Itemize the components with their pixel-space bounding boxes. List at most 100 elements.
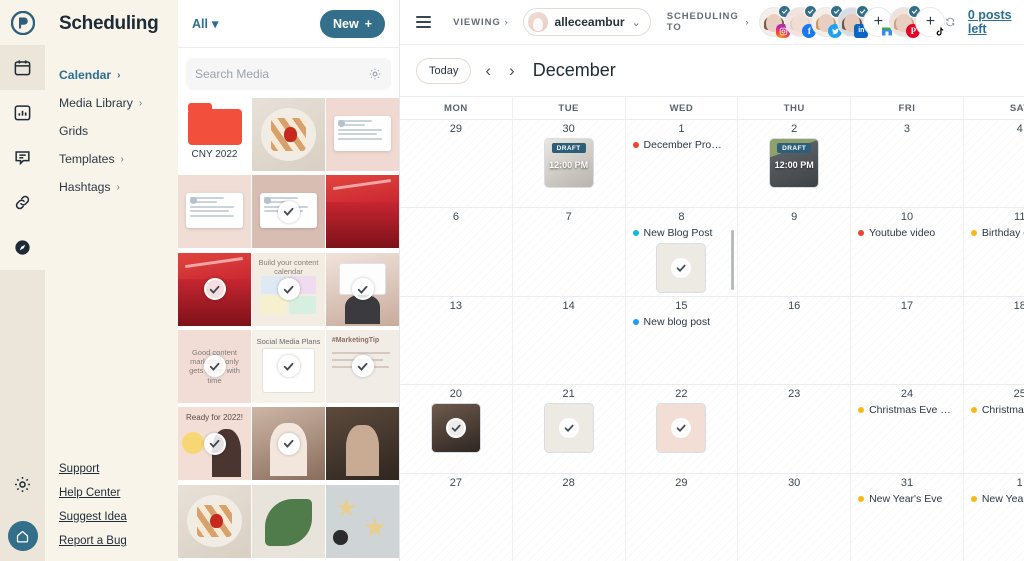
calendar-day-cell[interactable]: 4 [963,120,1024,208]
prev-month-button[interactable]: ‹ [481,61,495,81]
new-button[interactable]: New + [319,9,385,38]
gear-icon[interactable] [368,67,382,81]
posts-left-link[interactable]: 0 posts left [968,8,1017,36]
calendar-day-cell[interactable]: 6 [400,208,513,296]
post-selected-check-icon[interactable] [558,418,579,439]
today-button[interactable]: Today [416,57,472,84]
calendar-day-cell[interactable]: 1 New Year's Day … [963,473,1024,561]
calendar-day-cell[interactable]: 2 DRAFT 12:00 PM [738,120,852,208]
media-tile-check[interactable] [203,278,226,301]
media-tile-check[interactable] [277,278,300,301]
media-tile[interactable]: #MarketingTip [326,329,399,403]
scheduled-post-thumbnail[interactable] [656,243,707,294]
link-support[interactable]: Support [59,463,127,475]
calendar-day-cell[interactable]: 8 New Blog Post [625,208,739,296]
calendar-event[interactable]: New Blog Post [626,226,738,241]
sidebar-item-hashtags[interactable]: Hashtags › [45,173,178,201]
calendar-day-cell[interactable]: 7 [512,208,626,296]
calendar-day-cell[interactable]: 16 [738,296,852,385]
media-tile-check[interactable] [277,432,300,455]
link-suggest-idea[interactable]: Suggest Idea [59,511,127,523]
search-media-input[interactable] [195,67,368,81]
rail-item-analytics[interactable] [0,90,45,135]
channel-tiktok-add[interactable]: + [915,7,947,38]
calendar-day-cell[interactable]: 20 [400,385,513,473]
rail-item-home[interactable] [7,521,38,551]
viewing-selector[interactable]: VIEWING › [453,17,508,28]
calendar-day-cell[interactable]: 15 New blog post [625,296,739,385]
media-tile[interactable] [178,484,251,558]
media-tile[interactable]: Good content marketing only gets better … [178,329,251,403]
media-tile-check[interactable] [203,355,226,378]
calendar-day-cell[interactable]: 3 [851,120,964,208]
calendar-day-cell[interactable]: 17 [851,296,964,385]
scheduled-post-thumbnail[interactable]: DRAFT 12:00 PM [769,138,820,188]
media-tile[interactable] [252,407,325,481]
rail-item-link-in-bio[interactable] [0,180,45,225]
calendar-event[interactable]: December Pro… [626,138,738,153]
post-selected-check-icon[interactable] [671,258,692,279]
calendar-day-cell[interactable]: 30 [738,473,852,561]
calendar-day-cell[interactable]: 22 [625,385,739,473]
calendar-day-cell[interactable]: 29 [625,473,739,561]
media-tile-check[interactable] [203,432,226,455]
media-tile[interactable] [326,407,399,481]
calendar-day-cell[interactable]: 27 [400,473,513,561]
calendar-day-cell[interactable]: 21 [512,385,626,473]
scheduled-post-thumbnail[interactable] [543,403,594,454]
app-logo[interactable] [0,0,45,45]
rail-item-calendar[interactable] [0,45,45,90]
media-tile-check[interactable] [351,355,374,378]
hamburger-icon[interactable] [416,16,432,28]
media-tile[interactable] [252,98,325,171]
calendar-day-cell[interactable]: 13 [400,296,513,385]
media-tile[interactable] [326,252,399,326]
media-tile[interactable] [326,175,399,249]
calendar-day-cell[interactable]: 23 [738,385,852,473]
scheduled-post-thumbnail[interactable] [430,403,481,454]
media-tile-check[interactable] [351,278,374,301]
calendar-event[interactable]: New blog post [626,315,738,330]
calendar-day-cell[interactable]: 31 New Year's Eve [851,473,964,561]
day-cell-scrollbar[interactable] [731,230,735,290]
calendar-day-cell[interactable]: 11 Birthday of the … [963,208,1024,296]
rail-item-settings[interactable] [0,462,45,507]
calendar-day-cell[interactable]: 10 Youtube video [851,208,964,296]
calendar-day-cell[interactable]: 14 [512,296,626,385]
post-selected-check-icon[interactable] [445,418,466,439]
account-selector[interactable]: alleceambur ⌄ [522,8,651,36]
link-help-center[interactable]: Help Center [59,487,127,499]
calendar-day-cell[interactable]: 29 [400,120,513,208]
calendar-day-cell[interactable]: 24 Christmas Eve … [851,385,964,473]
calendar-event[interactable]: Birthday of the … [964,226,1024,241]
media-tile-check[interactable] [277,355,300,378]
calendar-event[interactable]: Youtube video [851,226,963,241]
scheduled-post-thumbnail[interactable] [656,403,707,454]
sidebar-item-grids[interactable]: Grids [45,117,178,145]
calendar-day-cell[interactable]: 1 December Pro… [625,120,739,208]
calendar-day-cell[interactable]: 30 DRAFT 12:00 PM [512,120,626,208]
calendar-event[interactable]: Christmas Eve … [851,403,963,418]
media-tile[interactable]: Ready for 2022! [178,407,251,481]
next-month-button[interactable]: › [505,61,519,81]
scheduled-post-thumbnail[interactable]: DRAFT 12:00 PM [543,138,594,188]
sidebar-item-calendar[interactable]: Calendar › [45,61,178,89]
calendar-event[interactable]: New Year's Eve [851,492,963,507]
media-tile[interactable]: Build your content calendar [252,252,325,326]
calendar-day-cell[interactable]: 25 Christmas Day [963,385,1024,473]
link-report-a-bug[interactable]: Report a Bug [59,535,127,547]
post-selected-check-icon[interactable] [671,418,692,439]
media-filter-dropdown[interactable]: All ▾ [192,16,218,32]
media-tile[interactable] [326,98,399,171]
sidebar-item-media-library[interactable]: Media Library › [45,89,178,117]
media-tile[interactable] [326,484,399,558]
media-tile[interactable] [252,484,325,558]
rail-item-inbox[interactable] [0,135,45,180]
calendar-day-cell[interactable]: 18 [963,296,1024,385]
sidebar-item-templates[interactable]: Templates › [45,145,178,173]
media-folder-tile[interactable]: CNY 2022 [178,98,251,171]
refresh-icon[interactable] [945,15,955,29]
rail-item-discover[interactable] [0,225,45,270]
media-tile-check[interactable] [277,200,300,223]
media-tile[interactable] [178,252,251,326]
